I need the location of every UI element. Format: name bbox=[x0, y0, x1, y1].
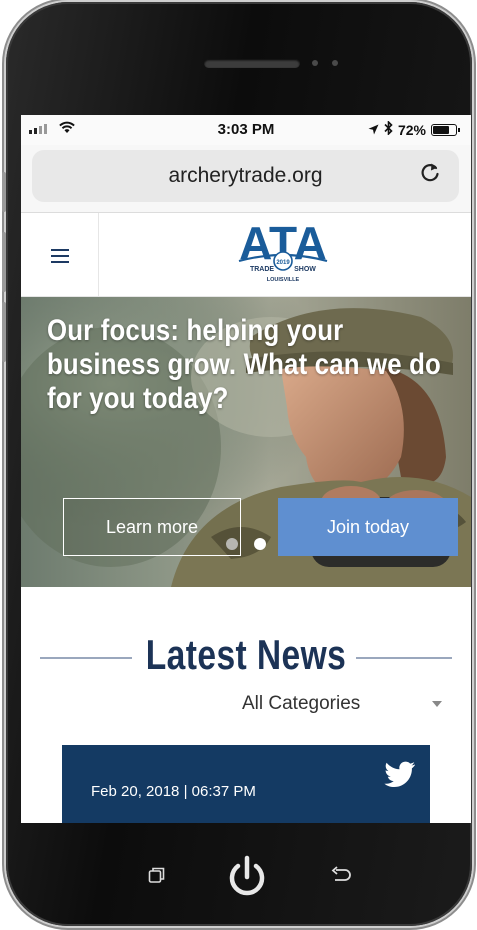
tweet-date: Feb 20, 2018 | 06:37 PM bbox=[91, 783, 256, 800]
url-field[interactable]: archerytrade.org bbox=[32, 150, 459, 202]
camera-lens bbox=[332, 60, 338, 66]
carousel-dot-active[interactable] bbox=[254, 538, 266, 550]
reload-icon[interactable] bbox=[419, 160, 441, 191]
title-divider-right bbox=[356, 657, 452, 659]
back-icon[interactable] bbox=[330, 866, 352, 884]
svg-text:2019: 2019 bbox=[276, 260, 290, 266]
site-header: ATA 2019 TRADE SHOW LOUISVILLE bbox=[21, 213, 471, 297]
bluetooth-icon bbox=[384, 120, 393, 138]
mute-switch bbox=[2, 172, 6, 212]
join-today-button[interactable]: Join today bbox=[278, 498, 458, 556]
recent-apps-icon[interactable] bbox=[148, 866, 166, 884]
category-select-value: All Categories bbox=[242, 693, 361, 714]
latest-news-title: Latest News bbox=[145, 631, 347, 678]
latest-news-section: Latest News All Categories Feb 20, 2018 … bbox=[21, 587, 471, 823]
category-select[interactable]: All Categories bbox=[242, 693, 442, 717]
carousel-dot[interactable] bbox=[226, 538, 238, 550]
learn-more-label: Learn more bbox=[105, 516, 199, 537]
hero-heading: Our focus: helping your business grow. W… bbox=[47, 314, 441, 415]
battery-percent: 72% bbox=[397, 121, 426, 138]
earpiece-speaker bbox=[204, 59, 300, 68]
chevron-down-icon bbox=[432, 701, 442, 707]
browser-address-bar: archerytrade.org bbox=[21, 145, 471, 213]
twitter-bird-icon bbox=[384, 761, 416, 789]
phone-screen: 3:03 PM 72% archerytrade.org ATA 2019 TR… bbox=[21, 115, 471, 823]
svg-text:LOUISVILLE: LOUISVILLE bbox=[267, 277, 300, 283]
hero-carousel: Our focus: helping your business grow. W… bbox=[21, 297, 471, 587]
status-bar: 3:03 PM 72% bbox=[21, 115, 471, 145]
power-icon[interactable] bbox=[222, 852, 272, 902]
battery-icon bbox=[431, 123, 460, 136]
volume-down-button bbox=[2, 302, 6, 362]
svg-text:TRADE: TRADE bbox=[250, 266, 274, 273]
ata-trade-show-logo[interactable]: ATA 2019 TRADE SHOW LOUISVILLE bbox=[235, 217, 331, 291]
svg-text:SHOW: SHOW bbox=[294, 266, 316, 273]
url-text: archerytrade.org bbox=[168, 164, 323, 187]
camera-sensor bbox=[312, 60, 318, 66]
join-today-label: Join today bbox=[326, 516, 410, 537]
location-icon bbox=[368, 122, 379, 138]
hamburger-menu-icon[interactable] bbox=[21, 213, 99, 297]
volume-up-button bbox=[2, 232, 6, 292]
learn-more-button[interactable]: Learn more bbox=[63, 498, 241, 556]
tweet-card[interactable]: Feb 20, 2018 | 06:37 PM bbox=[62, 745, 430, 823]
